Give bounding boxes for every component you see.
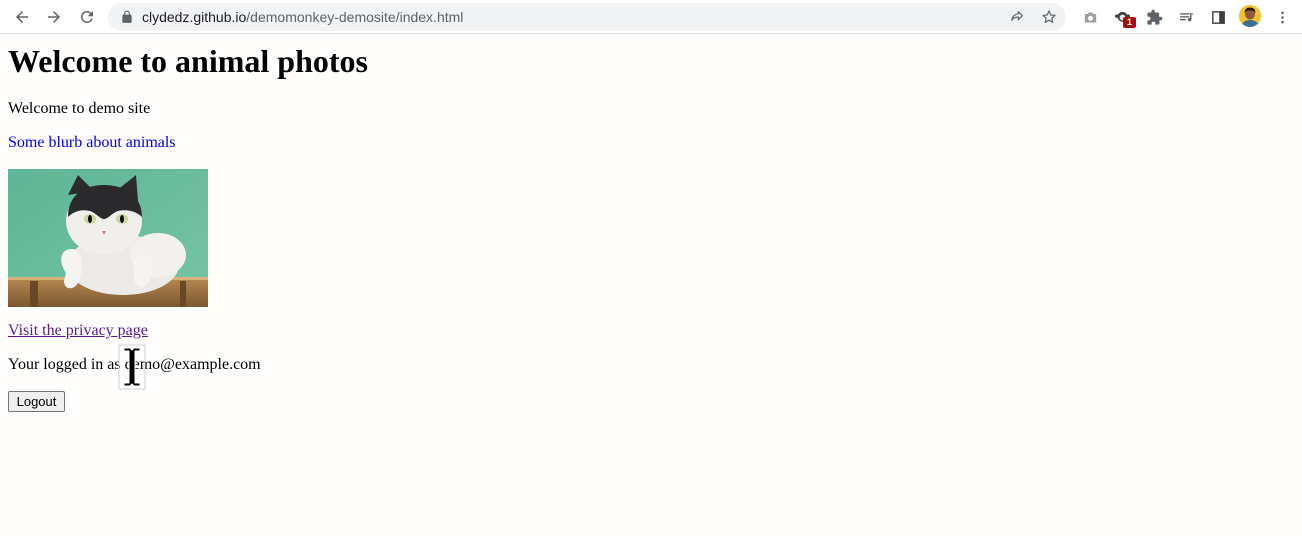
back-button[interactable] <box>10 5 34 29</box>
browser-toolbar: clydedz.github.io/demomonkey-demosite/in… <box>0 0 1302 34</box>
share-button[interactable] <box>1008 8 1026 26</box>
welcome-text: Welcome to demo site <box>8 100 151 117</box>
url-path: /demomonkey-demosite/index.html <box>246 9 464 25</box>
share-icon <box>1011 11 1023 21</box>
side-panel-button[interactable] <box>1207 6 1229 28</box>
menu-button[interactable] <box>1271 6 1293 28</box>
forward-icon <box>48 11 60 23</box>
reload-button[interactable] <box>75 5 99 29</box>
monkey-extension-button[interactable]: 1 <box>1111 6 1136 28</box>
back-icon <box>16 11 28 23</box>
url-text: clydedz.github.io/demomonkey-demosite/in… <box>142 3 463 31</box>
profile-picture <box>1239 5 1261 27</box>
camera-extension-button[interactable] <box>1079 6 1101 28</box>
reload-icon <box>80 10 93 23</box>
logout-button[interactable]: Logout <box>8 391 65 412</box>
privacy-link[interactable]: Visit the privacy page <box>8 322 148 340</box>
side-panel-icon <box>1211 10 1225 24</box>
forward-button[interactable] <box>42 5 66 29</box>
star-icon <box>1042 10 1056 23</box>
url-host: clydedz.github.io <box>142 9 247 25</box>
cat-photo <box>8 169 208 307</box>
lock-icon <box>122 10 132 23</box>
puzzle-icon <box>1146 9 1162 25</box>
extension-badge: 1 <box>1123 17 1136 28</box>
avatar[interactable] <box>1239 5 1261 27</box>
reading-list-icon <box>1179 12 1193 21</box>
page-title: Welcome to animal photos <box>8 43 368 79</box>
camera-icon <box>1084 12 1096 22</box>
logged-in-status: Your logged in as demo@example.com <box>8 356 261 373</box>
kebab-menu-icon <box>1280 11 1284 23</box>
reading-list-button[interactable] <box>1175 6 1197 28</box>
blurb-text: Some blurb about animals <box>8 134 176 151</box>
extensions-button[interactable] <box>1143 6 1165 28</box>
address-bar[interactable]: clydedz.github.io/demomonkey-demosite/in… <box>108 3 1066 31</box>
bookmark-button[interactable] <box>1040 8 1058 26</box>
